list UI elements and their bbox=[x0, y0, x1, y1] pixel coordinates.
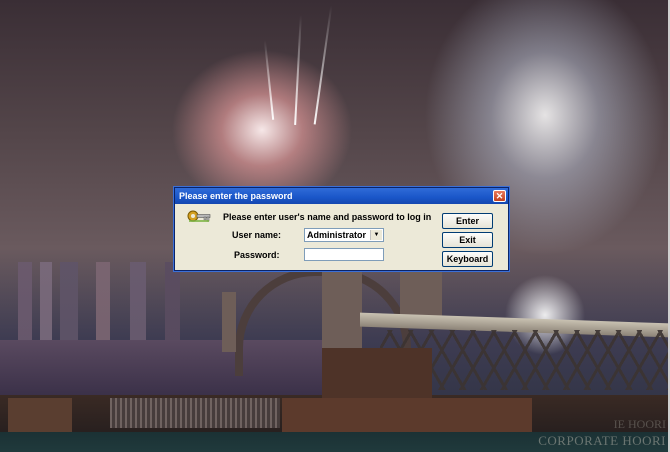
close-icon: ✕ bbox=[495, 191, 504, 201]
username-value: Administrator bbox=[307, 230, 367, 240]
username-select[interactable]: Administrator ▼ bbox=[304, 228, 384, 242]
crowd bbox=[110, 398, 280, 428]
watermark: CORPORATE HOORI bbox=[538, 433, 666, 448]
firework-streak bbox=[263, 40, 275, 120]
login-prompt: Please enter user's name and password to… bbox=[223, 212, 432, 222]
close-button[interactable]: ✕ bbox=[493, 190, 506, 202]
dialog-title: Please enter the password bbox=[179, 191, 293, 201]
exit-button[interactable]: Exit bbox=[442, 232, 493, 248]
dialog-titlebar[interactable]: Please enter the password ✕ bbox=[175, 188, 508, 204]
username-label: User name: bbox=[232, 230, 282, 240]
login-dialog: Please enter the password ✕ Please enter… bbox=[174, 187, 509, 271]
bridge-pylon bbox=[322, 270, 362, 354]
key-icon bbox=[187, 210, 211, 222]
keyboard-button[interactable]: Keyboard bbox=[442, 251, 493, 267]
firework-streak bbox=[294, 15, 302, 125]
password-label: Password: bbox=[234, 250, 280, 260]
firework-streak bbox=[313, 5, 333, 125]
password-input[interactable] bbox=[304, 248, 384, 261]
watermark-partial: IE HOORI bbox=[613, 417, 666, 431]
enter-button[interactable]: Enter bbox=[442, 213, 493, 229]
bridge-pylon bbox=[222, 292, 236, 352]
chevron-down-icon[interactable]: ▼ bbox=[370, 230, 382, 240]
foreground-building bbox=[282, 398, 532, 434]
city-skyline bbox=[0, 262, 240, 342]
